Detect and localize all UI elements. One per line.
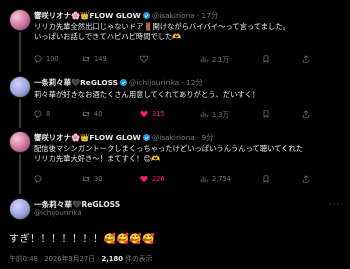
- analytics-icon: [200, 111, 208, 118]
- retweet-icon: [82, 111, 90, 117]
- like-button[interactable]: 315: [140, 110, 200, 118]
- tweet-text: リリカ先輩全然出口じゃないドア🚪開けながらバイバイ〜って言ってました。 いっぱい…: [34, 22, 290, 41]
- bookmark-button[interactable]: [262, 175, 302, 183]
- heart-filled-icon: [140, 176, 148, 183]
- focused-tweet: 一条莉々華🖤ReGLOSS @ichijouririka ··· すぎ！！！！！…: [0, 192, 350, 269]
- reply-button[interactable]: 8: [34, 110, 82, 118]
- view-count-label: 件の表示: [122, 255, 153, 263]
- like-count: 226: [152, 175, 165, 183]
- thread-connector: [19, 99, 21, 128]
- share-icon: [302, 110, 310, 118]
- tweet-text: 配信後マシンガントークしまくっちゃったけどいっぱいうんうんって聴いてくれた リリ…: [34, 144, 304, 163]
- share-button[interactable]: [302, 55, 322, 63]
- retweet-icon: [82, 176, 90, 182]
- thread-connector: [19, 154, 21, 194]
- retweet-button[interactable]: 30: [82, 175, 140, 183]
- reply-icon: [34, 55, 42, 63]
- view-count: 2,754: [212, 175, 231, 183]
- tweet-text: すぎ！！！！！！！🥰🥰🥰🥰: [9, 234, 156, 245]
- user-handle[interactable]: @isakiriona: [152, 11, 195, 20]
- analytics-icon: [200, 176, 208, 183]
- bookmark-button[interactable]: [262, 110, 302, 118]
- views-button[interactable]: 2,754: [200, 175, 262, 183]
- like-button[interactable]: [140, 55, 200, 63]
- post-timestamp[interactable]: 午前0:48 · 2026年9月27日 ·: [9, 255, 101, 263]
- reply-button[interactable]: 100: [34, 55, 82, 63]
- verified-badge-icon: [119, 79, 127, 86]
- share-button[interactable]: [302, 110, 322, 118]
- thread-connector: [19, 32, 21, 72]
- avatar[interactable]: [9, 131, 31, 153]
- view-count: 2.1万: [212, 56, 230, 64]
- view-count: 1.3万: [212, 111, 230, 119]
- display-name[interactable]: 一条莉々華🖤ReGLOSS: [34, 77, 118, 88]
- verified-badge-icon: [142, 12, 150, 19]
- bookmark-button[interactable]: [262, 55, 302, 63]
- share-icon: [302, 175, 310, 183]
- heart-filled-icon: [140, 111, 148, 118]
- view-count-number: 2,180: [101, 255, 123, 263]
- reply-button[interactable]: [34, 175, 82, 183]
- share-button[interactable]: [302, 175, 322, 183]
- reply-count: 100: [46, 55, 59, 63]
- timestamp[interactable]: · 9分: [197, 132, 214, 143]
- tweet-header: 響咲リオナ🌸👑FLOW GLOW @isakiriona · 17分: [34, 10, 218, 21]
- retweet-count: 30: [94, 175, 103, 183]
- analytics-icon: [200, 56, 208, 63]
- tweet-meta: 午前0:48 · 2026年9月27日 · 2,180 件の表示: [9, 253, 152, 263]
- tweet-2[interactable]: 一条莉々華🖤ReGLOSS @ichijouririka · 12分 莉々華が好…: [0, 72, 350, 128]
- avatar[interactable]: [9, 9, 31, 31]
- like-count: 315: [152, 110, 165, 118]
- like-button[interactable]: 226: [140, 175, 200, 183]
- reply-icon: [34, 110, 42, 118]
- avatar[interactable]: [9, 76, 31, 98]
- heart-icon: [140, 55, 148, 63]
- user-handle[interactable]: @isakiriona: [152, 133, 195, 142]
- verified-badge-icon: [142, 134, 150, 141]
- display-name[interactable]: 響咲リオナ🌸👑FLOW GLOW: [34, 132, 141, 143]
- reply-count: 8: [46, 110, 51, 118]
- share-icon: [302, 55, 310, 63]
- retweet-button[interactable]: 40: [82, 110, 140, 118]
- bookmark-icon: [263, 110, 269, 118]
- user-handle[interactable]: @ichijouririka: [34, 209, 82, 217]
- views-button[interactable]: 2.1万: [200, 54, 262, 64]
- tweet-header: 響咲リオナ🌸👑FLOW GLOW @isakiriona · 9分: [34, 132, 214, 143]
- tweet-header: 一条莉々華🖤ReGLOSS @ichijouririka · 12分: [34, 77, 203, 88]
- reply-icon: [34, 175, 42, 183]
- timestamp[interactable]: · 12分: [181, 77, 203, 88]
- tweet-text: 莉々華が好きなお酒たくさん用意してくれてありがとう、だいすく！: [34, 90, 260, 99]
- retweet-count: 149: [94, 55, 107, 63]
- tweet-3[interactable]: 響咲リオナ🌸👑FLOW GLOW @isakiriona · 9分 配信後マシン…: [0, 128, 350, 194]
- views-button[interactable]: 1.3万: [200, 109, 262, 119]
- retweet-icon: [82, 56, 90, 62]
- display-name[interactable]: 響咲リオナ🌸👑FLOW GLOW: [34, 10, 141, 21]
- tweet-1[interactable]: 響咲リオナ🌸👑FLOW GLOW @isakiriona · 17分 リリカ先輩…: [0, 0, 350, 74]
- action-bar: 8 40 315 1.3万: [34, 109, 344, 119]
- action-bar: 100 149 2.1万: [34, 54, 344, 64]
- bookmark-icon: [263, 175, 269, 183]
- bookmark-icon: [263, 55, 269, 63]
- avatar[interactable]: [9, 198, 31, 220]
- timestamp[interactable]: · 17分: [197, 10, 219, 21]
- retweet-count: 40: [94, 110, 103, 118]
- user-handle[interactable]: @ichijouririka: [129, 78, 179, 87]
- more-options-icon[interactable]: ···: [329, 200, 340, 209]
- retweet-button[interactable]: 149: [82, 55, 140, 63]
- action-bar: 30 226 2,754: [34, 175, 344, 183]
